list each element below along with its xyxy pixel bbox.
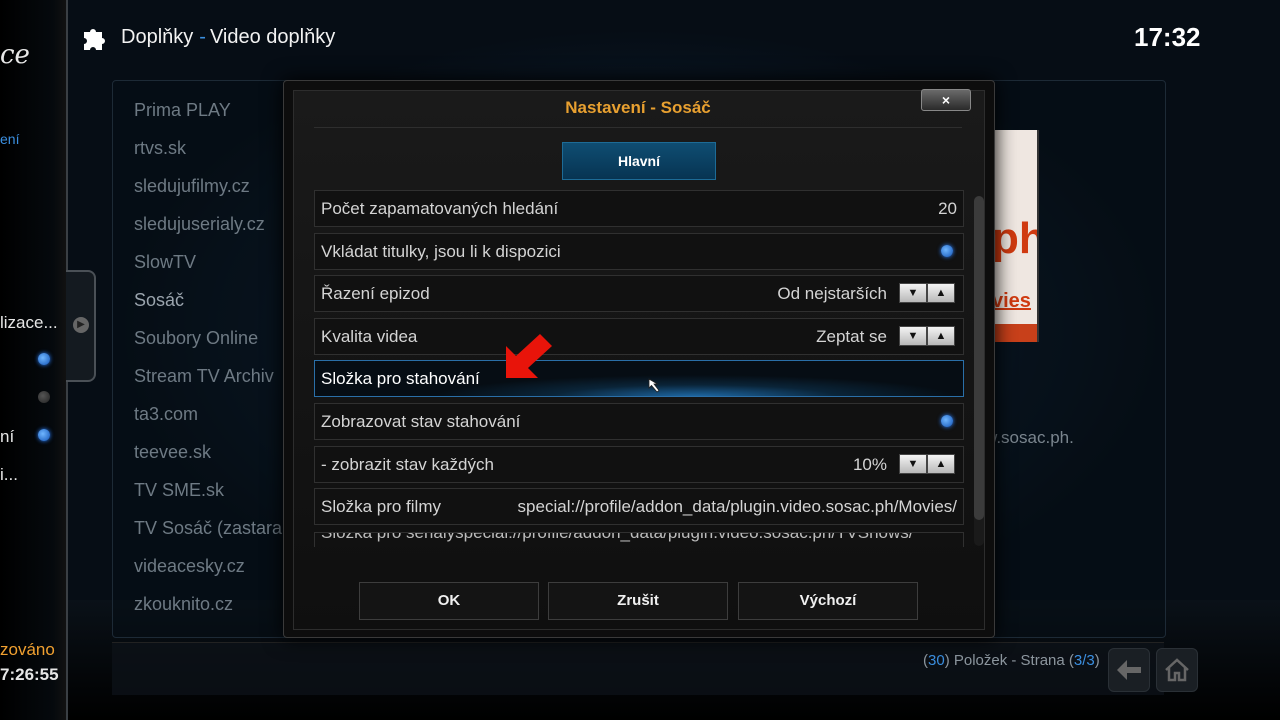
count-close: ) [1094, 652, 1100, 669]
list-item[interactable]: ta3.com [134, 404, 198, 425]
setting-show-download-status[interactable]: Zobrazovat stav stahování [314, 403, 964, 440]
list-item[interactable]: sledujufilmy.cz [134, 176, 250, 197]
close-button[interactable]: × [921, 89, 971, 111]
setting-value: special://profile/addon_data/plugin.vide… [455, 532, 914, 542]
red-arrow-icon [506, 334, 552, 378]
list-item[interactable]: zkouknito.cz [134, 594, 233, 615]
setting-movies-folder[interactable]: Složka pro filmy special://profile/addon… [314, 488, 964, 525]
items-count: (30) Položek - Strana (3/3) [923, 652, 1100, 669]
setting-status-interval[interactable]: - zobrazit stav každých 10% ▼ ▲ [314, 446, 964, 483]
setting-value: Zeptat se [816, 327, 887, 346]
chevron-right-icon: ▶ [73, 317, 89, 333]
setting-label: Řazení epizod [321, 284, 430, 303]
side-item[interactable]: lizace... [0, 313, 58, 333]
breadcrumb-separator: - [199, 26, 206, 48]
setting-subtitles[interactable]: Vkládat titulky, jsou li k dispozici [314, 233, 964, 270]
back-button[interactable] [1108, 648, 1150, 692]
clock: 17:32 [1134, 22, 1201, 52]
list-item[interactable]: TV Sosáč (zastaral [134, 518, 286, 539]
side-item[interactable]: ní [0, 427, 14, 447]
list-item[interactable]: SlowTV [134, 252, 196, 273]
list-item[interactable]: Prima PLAY [134, 100, 231, 121]
cancel-button[interactable]: Zrušit [548, 582, 728, 620]
count-text: ) Položek - Strana ( [944, 652, 1074, 669]
side-menu-tab[interactable]: ▶ [66, 270, 96, 382]
puzzle-icon [84, 29, 105, 50]
setting-search-history[interactable]: Počet zapamatovaných hledání 20 [314, 190, 964, 227]
setting-label: Kvalita videa [321, 327, 418, 346]
setting-value: 10% [852, 455, 887, 474]
setting-label: Počet zapamatovaných hledání [321, 199, 559, 218]
setting-label: - zobrazit stav každých [321, 455, 494, 474]
side-toggle-off-icon[interactable] [38, 391, 50, 403]
ok-button[interactable]: OK [359, 582, 539, 620]
spin-up-icon[interactable]: ▲ [927, 326, 955, 346]
scrollbar-thumb[interactable] [974, 196, 984, 520]
list-item[interactable]: videacesky.cz [134, 556, 245, 577]
setting-video-quality[interactable]: Kvalita videa Zeptat se ▼ ▲ [314, 318, 964, 355]
breadcrumb: Doplňky - Video doplňky [121, 26, 335, 49]
page-number: 3/3 [1073, 652, 1095, 669]
dialog-title: Nastavení - Sosáč [565, 98, 711, 117]
thumbnail-bar [992, 324, 1037, 342]
tab-main[interactable]: Hlavní [562, 142, 716, 180]
side-menu [0, 0, 68, 720]
setting-label: Složka pro stahování [321, 369, 480, 388]
list-item[interactable]: Soubory Online [134, 328, 258, 349]
list-item[interactable]: teevee.sk [134, 442, 211, 463]
spin-down-icon[interactable]: ▼ [899, 283, 927, 303]
spin-up-icon[interactable]: ▲ [927, 454, 955, 474]
side-blue-text: ení [0, 131, 20, 147]
side-toggle-on-icon[interactable] [38, 353, 50, 365]
item-count: 30 [928, 652, 945, 669]
side-toggle-on-icon[interactable] [38, 429, 50, 441]
list-item[interactable]: Sosáč [134, 290, 184, 311]
title-divider [314, 127, 962, 128]
setting-label: Složka pro filmy [321, 497, 441, 516]
setting-episode-order[interactable]: Řazení epizod Od nejstarších ▼ ▲ [314, 275, 964, 312]
home-button[interactable] [1156, 648, 1198, 692]
radio-on-icon [941, 415, 953, 427]
list-item[interactable]: rtvs.sk [134, 138, 186, 159]
list-item[interactable]: Stream TV Archiv [134, 366, 274, 387]
addon-thumbnail: ph vies [992, 130, 1039, 342]
setting-value: special://profile/addon_data/plugin.vide… [517, 497, 957, 516]
side-status: zováno [0, 640, 55, 659]
side-item[interactable]: i... [0, 465, 18, 485]
addon-url: w.sosac.ph. [985, 428, 1074, 447]
thumbnail-link: vies [992, 290, 1031, 312]
spin-down-icon[interactable]: ▼ [899, 326, 927, 346]
side-time: 7:26:55 [0, 665, 59, 684]
setting-value: 20 [938, 199, 957, 218]
setting-tvshows-folder[interactable]: Složka pro seriályspecial://profile/addo… [314, 532, 964, 547]
setting-label: Zobrazovat stav stahování [321, 412, 521, 431]
spin-down-icon[interactable]: ▼ [899, 454, 927, 474]
setting-label: Vkládat titulky, jsou li k dispozici [321, 242, 561, 261]
setting-download-folder[interactable]: Složka pro stahování [314, 360, 964, 397]
setting-label: Složka pro seriályspecial://profile/addo… [321, 532, 914, 543]
default-button[interactable]: Výchozí [738, 582, 918, 620]
breadcrumb-subsection: Video doplňky [209, 26, 336, 48]
mouse-pointer-icon [648, 378, 660, 393]
list-item[interactable]: sledujuserialy.cz [134, 214, 265, 235]
setting-label-text: Složka pro seriály [321, 532, 456, 542]
radio-on-icon [941, 245, 953, 257]
list-item[interactable]: TV SME.sk [134, 480, 224, 501]
back-arrow-icon [1117, 660, 1141, 680]
side-logo-text: ce [0, 40, 30, 70]
breadcrumb-section: Doplňky [121, 26, 194, 48]
spin-up-icon[interactable]: ▲ [927, 283, 955, 303]
home-icon [1165, 658, 1189, 682]
setting-value: Od nejstarších [777, 284, 887, 303]
thumbnail-text: ph [992, 214, 1037, 263]
